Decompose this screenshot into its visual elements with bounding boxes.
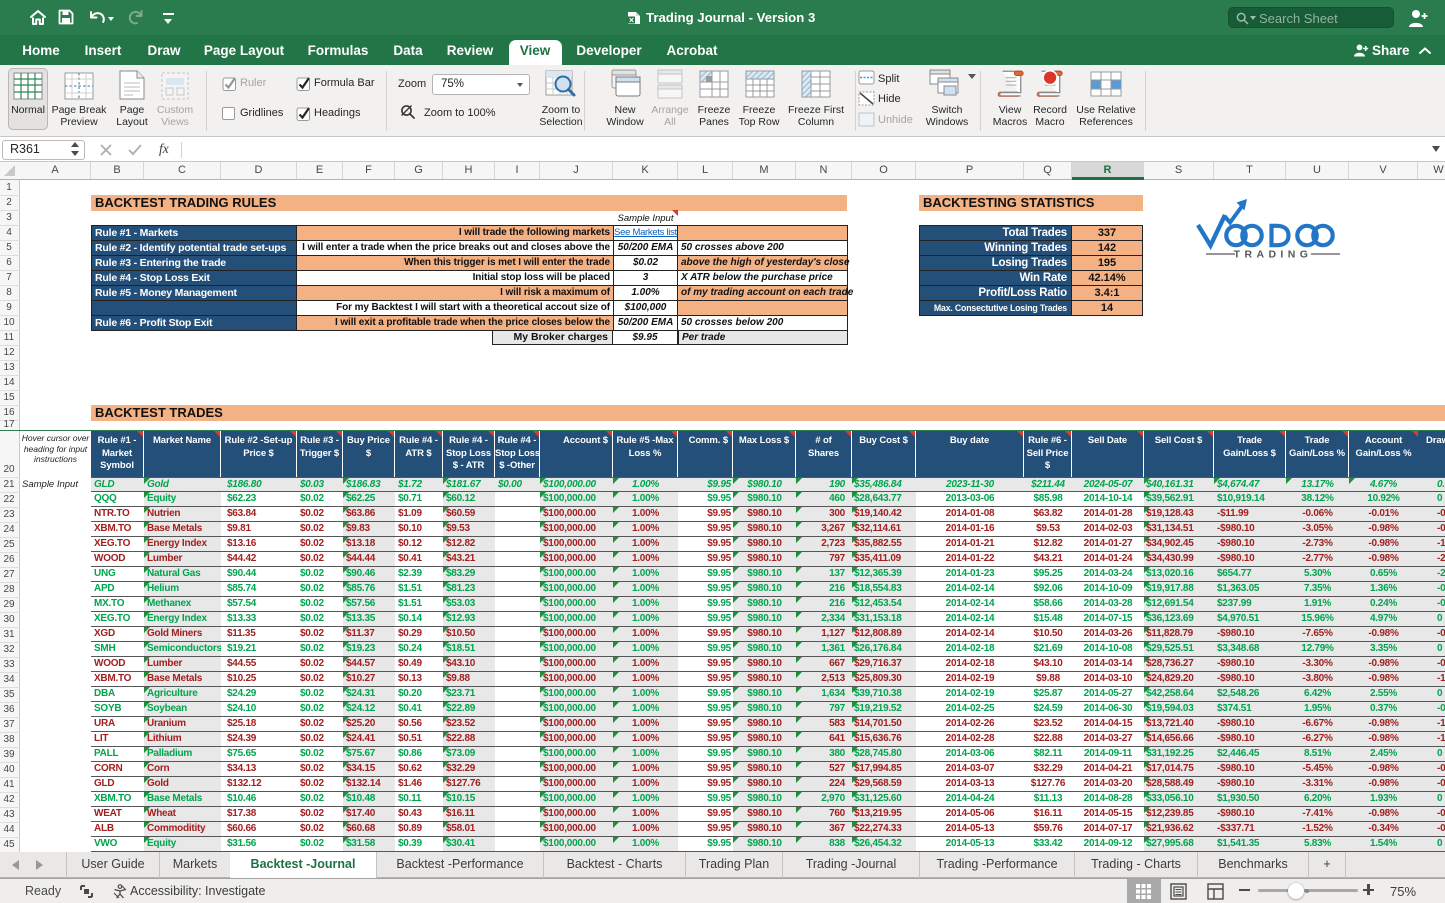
svg-text:TRADING: TRADING [1234,249,1313,261]
